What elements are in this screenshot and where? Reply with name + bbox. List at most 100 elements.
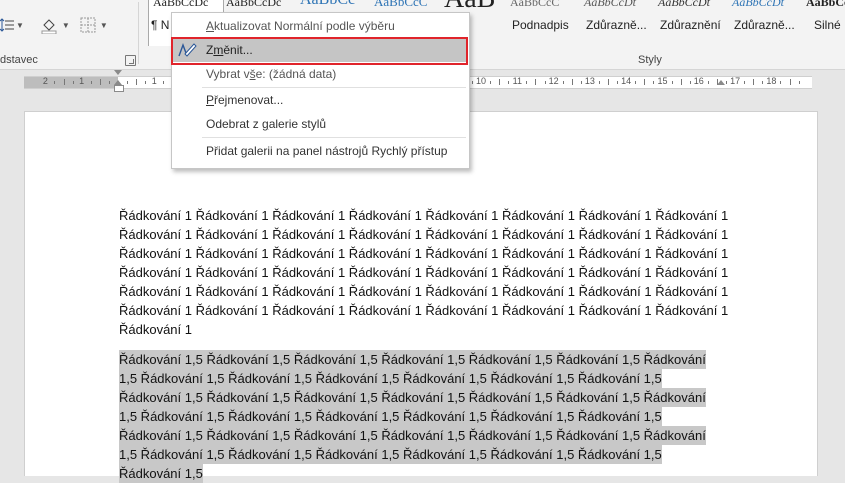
menu-item-add-to-quick-access[interactable]: Přidat galerii na panel nástrojů Rychlý … bbox=[173, 140, 468, 163]
group-separator bbox=[138, 2, 139, 64]
text-line: Řádkování 1 Řádkování 1 Řádkování 1 Řádk… bbox=[119, 227, 729, 242]
ruler-tick bbox=[490, 81, 492, 84]
ruler-tick bbox=[644, 79, 646, 85]
highlight-annotation-box bbox=[171, 37, 468, 65]
style-tile-subtle-emphasis[interactable]: AaBbCcDt Zdůrazně... bbox=[580, 0, 654, 46]
ruler-tick bbox=[508, 81, 510, 84]
borders-dropdown-icon[interactable]: ▼ bbox=[100, 21, 108, 30]
menu-item-rename[interactable]: Přejmenovat... bbox=[173, 89, 468, 112]
borders-button[interactable] bbox=[78, 14, 98, 36]
ruler-tick bbox=[707, 81, 709, 84]
shading-dropdown-icon[interactable]: ▼ bbox=[62, 21, 70, 30]
selected-text-line: Řádkování 1,5 bbox=[119, 464, 203, 483]
styles-group-label: Styly bbox=[638, 54, 662, 66]
style-tile-strong[interactable]: AaBbCcDt Silné bbox=[802, 0, 845, 46]
ruler-tick bbox=[544, 81, 546, 84]
ruler-tick bbox=[63, 79, 65, 85]
ruler-tick bbox=[471, 81, 473, 84]
menu-item-label: Přejmenovat... bbox=[206, 93, 284, 107]
style-tile-intense-emphasis[interactable]: AaBbCcDt Zdůrazně... bbox=[728, 0, 802, 46]
ruler-tick bbox=[54, 81, 56, 84]
paragraph-group-label: dstavec bbox=[0, 54, 38, 66]
style-sample: AaBbCcDt bbox=[732, 0, 784, 9]
style-sample: AaBbCcDt bbox=[658, 0, 710, 9]
paint-bucket-icon bbox=[41, 19, 57, 34]
style-sample: AaBbCcC bbox=[510, 0, 560, 9]
style-name: ¶ N bbox=[151, 18, 170, 32]
ruler-tick bbox=[90, 81, 92, 84]
ruler-number: 15 bbox=[657, 76, 668, 86]
ruler-number: 11 bbox=[512, 76, 522, 86]
style-name: Silné bbox=[814, 18, 841, 32]
ruler-number: 13 bbox=[584, 76, 595, 86]
text-line: Řádkování 1 Řádkování 1 Řádkování 1 Řádk… bbox=[119, 284, 729, 299]
style-sample: AaBbCcDc bbox=[153, 0, 209, 9]
style-name: Podnadpis bbox=[512, 18, 569, 32]
shading-button[interactable] bbox=[38, 14, 60, 36]
ruler-number: 16 bbox=[693, 76, 704, 86]
menu-item-remove-from-gallery[interactable]: Odebrat z galerie stylů bbox=[173, 113, 468, 136]
ruler-number: 1 bbox=[151, 76, 157, 86]
menu-item-select-all[interactable]: Vybrat vše: (žádná data) bbox=[173, 63, 468, 86]
ruler-tick bbox=[145, 81, 147, 84]
ruler-tick bbox=[108, 81, 110, 84]
text-line: Řádkování 1 Řádkování 1 Řádkování 1 Řádk… bbox=[119, 265, 729, 280]
ruler-tick bbox=[762, 81, 764, 84]
style-tile-emphasis[interactable]: AaBbCcDt Zdůraznění bbox=[654, 0, 728, 46]
paragraph-line-spacing-1[interactable]: Řádkování 1 Řádkování 1 Řádkování 1 Řádk… bbox=[119, 206, 729, 339]
selected-text-line: 1,5 Řádkování 1,5 Řádkování 1,5 Řádkován… bbox=[119, 445, 662, 464]
style-sample: AaBbCcDc bbox=[226, 0, 282, 9]
ruler-tick bbox=[753, 79, 755, 85]
ruler-tick bbox=[653, 81, 655, 84]
ruler-tick bbox=[562, 81, 564, 84]
style-context-menu: Aktualizovat Normální podle výběru Změni… bbox=[171, 12, 470, 169]
ruler-tick bbox=[72, 81, 74, 84]
menu-item-label: Aktualizovat Normální podle výběru bbox=[206, 19, 395, 33]
ruler-number: 18 bbox=[766, 76, 777, 86]
ruler-left-margin bbox=[24, 77, 118, 88]
borders-icon bbox=[80, 17, 96, 33]
menu-separator bbox=[202, 87, 466, 88]
ruler-tick bbox=[671, 81, 673, 84]
paragraph-dialog-launcher-icon[interactable] bbox=[125, 55, 136, 66]
ruler-tick bbox=[635, 81, 637, 84]
text-line: Řádkování 1 bbox=[119, 322, 192, 337]
ruler-tick bbox=[526, 81, 528, 84]
paragraph-controls: ▼ ▼ ▼ bbox=[0, 12, 108, 38]
paragraph-line-spacing-1-5-selected[interactable]: Řádkování 1,5 Řádkování 1,5 Řádkování 1,… bbox=[119, 350, 729, 483]
selected-text-line: 1,5 Řádkování 1,5 Řádkování 1,5 Řádkován… bbox=[119, 407, 662, 426]
style-name: Zdůrazně... bbox=[734, 18, 795, 32]
right-indent-marker[interactable] bbox=[717, 80, 725, 85]
first-line-indent-marker[interactable] bbox=[114, 70, 122, 75]
selected-text-line: 1,5 Řádkování 1,5 Řádkování 1,5 Řádkován… bbox=[119, 369, 662, 388]
selected-text-line: Řádkování 1,5 Řádkování 1,5 Řádkování 1,… bbox=[119, 388, 706, 407]
left-indent-marker[interactable] bbox=[114, 85, 124, 92]
ruler-tick bbox=[726, 81, 728, 84]
line-spacing-button[interactable] bbox=[0, 14, 14, 36]
ruler-tick bbox=[136, 79, 138, 85]
ruler-tick bbox=[598, 81, 600, 84]
selected-text-line: Řádkování 1,5 Řádkování 1,5 Řádkování 1,… bbox=[119, 426, 706, 445]
ruler-number: 2 bbox=[42, 76, 48, 86]
ruler-tick bbox=[689, 81, 691, 84]
menu-item-label: Přidat galerii na panel nástrojů Rychlý … bbox=[206, 144, 448, 158]
ruler-number: 17 bbox=[730, 76, 741, 86]
ruler-tick bbox=[499, 79, 501, 85]
ruler-tick bbox=[744, 81, 746, 84]
selected-text-line: Řádkování 1,5 Řádkování 1,5 Řádkování 1,… bbox=[119, 350, 706, 369]
ruler-tick bbox=[127, 81, 129, 84]
ruler-tick bbox=[608, 79, 610, 85]
line-spacing-dropdown-icon[interactable]: ▼ bbox=[16, 21, 24, 30]
style-name: Zdůrazně... bbox=[586, 18, 647, 32]
ruler-number: 12 bbox=[548, 76, 559, 86]
ruler-number: 14 bbox=[621, 76, 632, 86]
menu-item-update-normal[interactable]: Aktualizovat Normální podle výběru bbox=[173, 15, 468, 38]
text-line: Řádkování 1 Řádkování 1 Řádkování 1 Řádk… bbox=[119, 303, 729, 318]
ruler-tick bbox=[580, 81, 582, 84]
text-line: Řádkování 1 Řádkování 1 Řádkování 1 Řádk… bbox=[119, 208, 729, 223]
ruler-tick bbox=[680, 79, 682, 85]
style-tile-subtitle[interactable]: AaBbCcC Podnadpis bbox=[506, 0, 580, 46]
style-name: Zdůraznění bbox=[660, 18, 721, 32]
style-sample: AaBbCcC bbox=[374, 0, 428, 9]
ruler-tick bbox=[535, 79, 537, 85]
